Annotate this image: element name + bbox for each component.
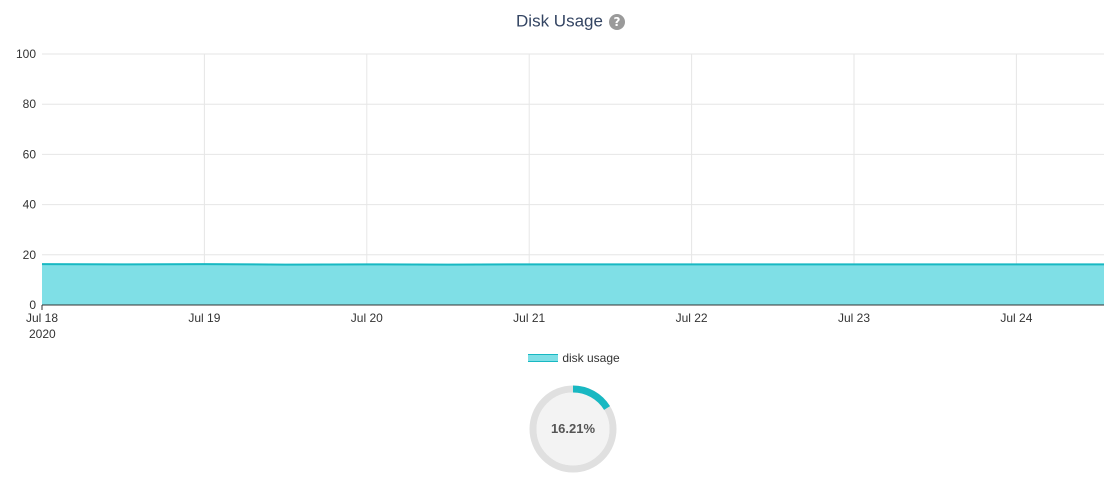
chart-legend[interactable]: disk usage [0,350,1111,365]
y-tick-label: 100 [16,47,36,61]
gauge-value: 16.21% [550,421,596,436]
area-fill [42,264,1104,305]
x-tick-label: Jul 23 [838,311,870,325]
y-tick-label: 80 [23,97,37,111]
usage-gauge: 16.21% [526,382,620,476]
x-tick-label: Jul 19 [188,311,220,325]
y-tick-label: 40 [23,198,37,212]
legend-swatch [528,353,559,362]
x-tick-label: Jul 18 [26,311,58,325]
x-tick-label: Jul 22 [676,311,708,325]
y-tick-label: 60 [23,147,37,161]
area-line [41,263,1104,266]
x-tick-label: Jul 21 [513,311,545,325]
y-tick-label: 0 [29,298,36,312]
x-tick-sublabel: 2020 [29,327,56,341]
disk-usage-chart: 0 20 40 60 80 100 Jul 18 2020 Jul 19 Jul 20 Jul 21… [16,47,1104,341]
legend-label: disk usage [562,350,620,365]
x-tick-label: Jul 24 [1000,311,1032,325]
y-tick-label: 20 [23,248,37,262]
x-tick-label: Jul 20 [351,311,383,325]
